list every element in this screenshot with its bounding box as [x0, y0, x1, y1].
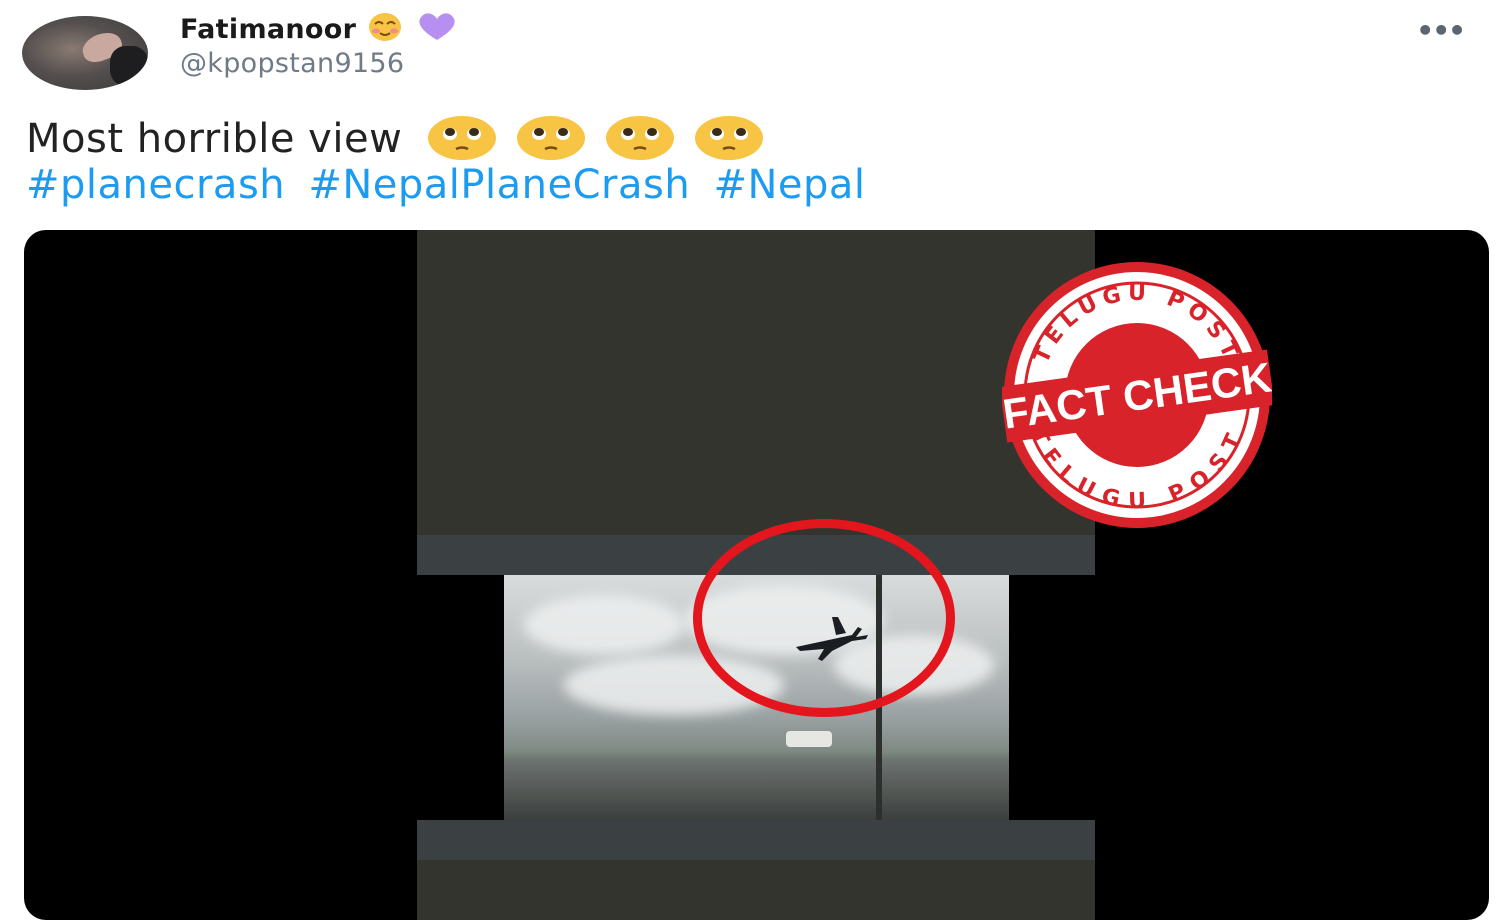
video-band-bottom: [417, 820, 1095, 860]
road: [504, 760, 1009, 820]
video-player[interactable]: TELUGU POST TELUGU POST FACT CHECK: [24, 230, 1489, 920]
car: [786, 731, 832, 747]
display-name-text: Fatimanoor: [180, 14, 357, 45]
hashtags: #planecrash #NepalPlaneCrash #Nepal: [26, 162, 876, 208]
avatar-shadow: [110, 46, 148, 86]
tweet-text-content: Most horrible view: [26, 116, 403, 162]
pleading-face-icon: [605, 116, 674, 160]
video-bottom-panel: [417, 860, 1095, 920]
highlight-circle: [693, 519, 955, 717]
fact-check-stamp: TELUGU POST TELUGU POST FACT CHECK: [1002, 262, 1272, 528]
hashtag-link[interactable]: #planecrash: [26, 162, 285, 208]
pleading-face-icon: [695, 116, 764, 160]
video-top-panel: [417, 230, 1095, 535]
hashtag-link[interactable]: #Nepal: [713, 162, 865, 208]
purple-heart-icon: [414, 12, 460, 49]
smiling-face-icon: [368, 12, 402, 49]
avatar[interactable]: [22, 16, 148, 90]
pleading-face-icon: [427, 116, 496, 160]
pleading-face-icon: [516, 116, 585, 160]
user-handle[interactable]: @kpopstan9156: [180, 48, 404, 79]
hashtag-link[interactable]: #NepalPlaneCrash: [308, 162, 690, 208]
display-name[interactable]: Fatimanoor: [180, 12, 460, 49]
more-options-icon[interactable]: •••: [1416, 14, 1466, 47]
